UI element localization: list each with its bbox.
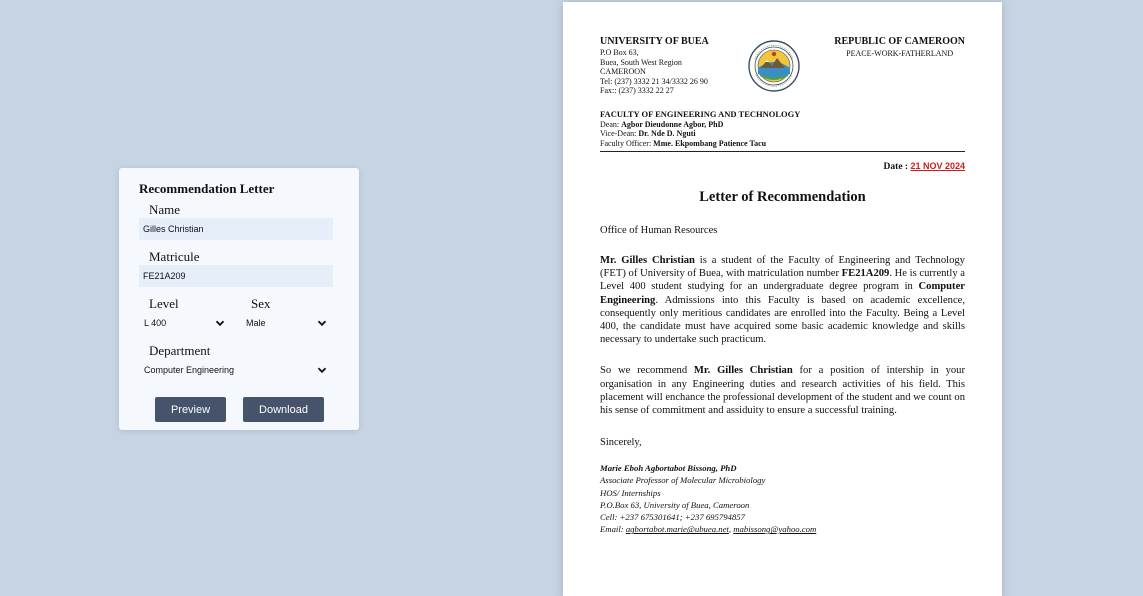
vice-dean-name: Dr. Nde D. Nguti	[638, 129, 696, 138]
dean-line: Dean: Agbor Dieudonne Agbor, PhD	[600, 120, 965, 130]
university-block: UNIVERSITY OF BUEA P.O Box 63, Buea, Sou…	[600, 36, 709, 96]
level-group: Level L 400	[139, 296, 231, 334]
date-value: 21 NOV 2024	[910, 161, 965, 171]
officer-label: Faculty Officer:	[600, 138, 652, 148]
vice-dean-label: Vice-Dean:	[600, 129, 637, 138]
paragraph-text: . Admissions into this Faculty is based …	[600, 294, 965, 346]
sex-group: Sex Male	[241, 296, 333, 334]
level-label: Level	[149, 296, 179, 311]
chevron-down-icon	[215, 318, 225, 328]
officer-name: Mme. Ekpombang Patience Tacu	[653, 138, 767, 148]
address-line: Fax:: (237) 3332 22 27	[600, 86, 674, 95]
email-label: Email:	[600, 524, 626, 535]
signer-title: Associate Professor of Molecular Microbi…	[600, 475, 766, 486]
department-label: Department	[149, 343, 211, 358]
download-button[interactable]: Download	[243, 397, 324, 422]
matricule-input[interactable]: FE21A209	[139, 265, 333, 287]
letter-recipient: Office of Human Resources	[600, 225, 718, 236]
letter-date: Date : 21 NOV 2024	[600, 161, 965, 172]
republic-motto: PEACE-WORK-FATHERLAND	[846, 49, 954, 58]
vice-dean-line: Vice-Dean: Dr. Nde D. Nguti	[600, 129, 965, 139]
student-name: Mr. Gilles Christian	[600, 255, 695, 266]
letter-title: Letter of Recommendation	[699, 189, 866, 205]
signer-role: HOS/ Internships	[600, 487, 661, 498]
name-label: Name	[149, 202, 181, 217]
preview-button[interactable]: Preview	[155, 397, 226, 422]
sex-label: Sex	[251, 296, 271, 311]
email-link-2[interactable]: mabissong@yahoo.com	[733, 524, 816, 534]
address-line: CAMEROON	[600, 67, 646, 76]
university-name: UNIVERSITY OF BUEA	[600, 36, 709, 47]
student-matricule: FE21A209	[841, 268, 890, 280]
department-select[interactable]: Computer Engineering	[139, 359, 333, 381]
header-divider	[600, 151, 965, 152]
sex-select-value: Male	[246, 318, 266, 328]
address-line: P.O Box 63,	[600, 48, 639, 57]
chevron-down-icon	[317, 365, 327, 375]
signer-cell: Cell: +237 675301641; +237 695794857	[600, 512, 745, 523]
letter-paragraph-2: So we recommend Mr. Gilles Christian for…	[600, 364, 965, 417]
name-input[interactable]: Gilles Christian	[139, 218, 333, 240]
faculty-block: FACULTY OF ENGINEERING AND TECHNOLOGY De…	[600, 109, 965, 149]
student-name: Mr. Gilles Christian	[693, 365, 793, 377]
address-line: Buea, South West Region	[600, 57, 682, 67]
signer-address: P.O.Box 63, University of Buea, Cameroon	[600, 499, 750, 510]
letter-closing: Sincerely,	[600, 437, 642, 449]
email-link-1[interactable]: agbortabot.marie@ubuea.net	[626, 524, 729, 534]
level-select[interactable]: L 400	[139, 312, 231, 334]
signature-block: Marie Eboh Agbortabot Bissong, PhD Assoc…	[600, 462, 965, 535]
level-select-value: L 400	[144, 318, 167, 328]
officer-line: Faculty Officer: Mme. Ekpombang Patience…	[600, 139, 965, 149]
department-select-value: Computer Engineering	[144, 365, 235, 375]
paragraph-text: So we recommend	[600, 365, 694, 377]
university-seal-icon	[747, 37, 801, 95]
chevron-down-icon	[317, 318, 327, 328]
matricule-label: Matricule	[149, 249, 200, 264]
sex-select[interactable]: Male	[241, 312, 333, 334]
form-title: Recommendation Letter	[139, 181, 275, 196]
dean-name: Agbor Dieudonne Agbor, PhD	[621, 119, 724, 129]
republic-name: REPUBLIC OF CAMEROON	[834, 36, 965, 47]
faculty-title: FACULTY OF ENGINEERING AND TECHNOLOGY	[600, 109, 801, 119]
signer-name: Marie Eboh Agbortabot Bissong, PhD	[600, 463, 737, 474]
letter-paragraph-1: Mr. Gilles Christian is a student of the…	[600, 254, 965, 346]
republic-block: REPUBLIC OF CAMEROON PEACE-WORK-FATHERLA…	[834, 36, 965, 59]
dean-label: Dean:	[600, 119, 620, 129]
recommendation-form-card: Recommendation Letter Name Gilles Christ…	[119, 168, 359, 430]
letter-preview: UNIVERSITY OF BUEA P.O Box 63, Buea, Sou…	[563, 2, 1002, 596]
date-label: Date :	[883, 162, 909, 172]
address-line: Tel: (237) 3332 21 34/3332 26 90	[600, 76, 708, 86]
signer-email-line: Email: agbortabot.marie@ubuea.net, mabis…	[600, 523, 965, 535]
letter-header: UNIVERSITY OF BUEA P.O Box 63, Buea, Sou…	[600, 36, 965, 110]
